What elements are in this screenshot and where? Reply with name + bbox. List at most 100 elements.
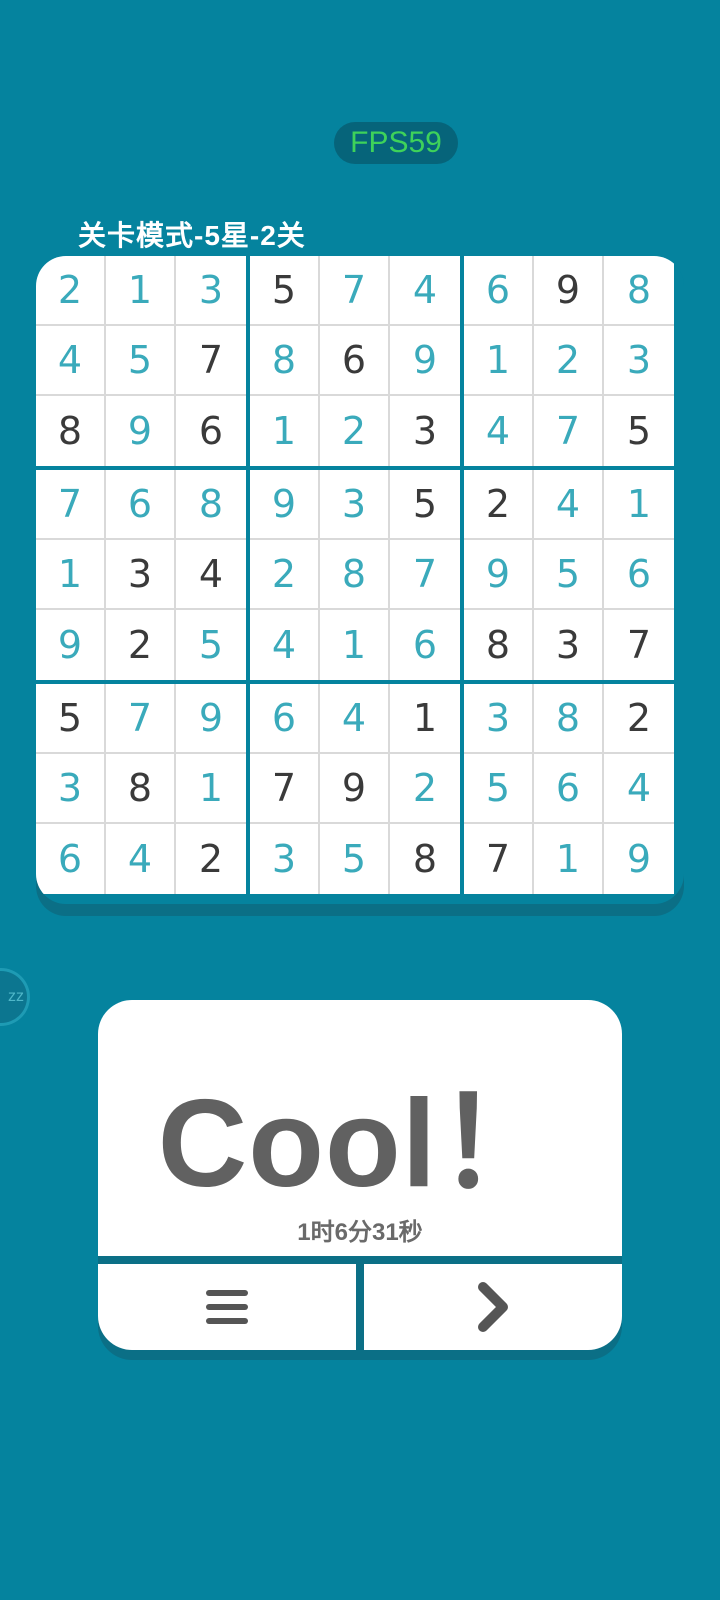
sudoku-cell[interactable]: 4	[106, 824, 176, 894]
sudoku-cell[interactable]: 2	[320, 396, 390, 466]
sudoku-cell[interactable]: 7	[534, 396, 604, 466]
menu-icon	[206, 1290, 248, 1324]
sudoku-board: 2134578965748691236981234757681349259352…	[36, 256, 684, 904]
sudoku-cell[interactable]: 8	[36, 396, 106, 466]
sudoku-cell[interactable]: 2	[250, 540, 320, 610]
sudoku-cell[interactable]: 7	[464, 824, 534, 894]
fps-counter: FPS59	[334, 122, 458, 164]
sudoku-cell[interactable]: 6	[106, 470, 176, 540]
sudoku-cell[interactable]: 4	[320, 684, 390, 754]
sudoku-cell[interactable]: 5	[604, 396, 674, 466]
sudoku-cell[interactable]: 5	[106, 326, 176, 396]
sudoku-cell[interactable]: 2	[106, 610, 176, 680]
sudoku-cell[interactable]: 1	[320, 610, 390, 680]
sudoku-cell[interactable]: 6	[464, 256, 534, 326]
sudoku-cell[interactable]: 3	[534, 610, 604, 680]
sudoku-cell[interactable]: 8	[604, 256, 674, 326]
sudoku-cell[interactable]: 2	[176, 824, 246, 894]
sudoku-cell[interactable]: 9	[534, 256, 604, 326]
sudoku-cell[interactable]: 8	[464, 610, 534, 680]
sudoku-cell[interactable]: 9	[250, 470, 320, 540]
sudoku-cell[interactable]: 7	[176, 326, 246, 396]
sudoku-cell[interactable]: 3	[36, 754, 106, 824]
result-card: Cool！ 1时6分31秒	[98, 1000, 622, 1256]
sudoku-cell[interactable]: 4	[250, 610, 320, 680]
sudoku-cell[interactable]: 6	[36, 824, 106, 894]
sudoku-cell[interactable]: 6	[604, 540, 674, 610]
sudoku-cell[interactable]: 3	[106, 540, 176, 610]
sudoku-cell[interactable]: 1	[534, 824, 604, 894]
sudoku-box: 579381642	[36, 684, 246, 894]
menu-button[interactable]	[98, 1264, 356, 1350]
result-title: Cool！	[157, 1075, 563, 1213]
sudoku-cell[interactable]: 4	[464, 396, 534, 466]
sudoku-cell[interactable]: 6	[320, 326, 390, 396]
sudoku-cell[interactable]: 7	[36, 470, 106, 540]
sudoku-cell[interactable]: 3	[250, 824, 320, 894]
sudoku-cell[interactable]: 6	[176, 396, 246, 466]
sudoku-cell[interactable]: 6	[534, 754, 604, 824]
sudoku-cell[interactable]: 2	[390, 754, 460, 824]
sudoku-cell[interactable]: 9	[36, 610, 106, 680]
sudoku-cell[interactable]: 5	[320, 824, 390, 894]
sudoku-cell[interactable]: 8	[106, 754, 176, 824]
sudoku-cell[interactable]: 1	[106, 256, 176, 326]
sudoku-cell[interactable]: 5	[464, 754, 534, 824]
sudoku-cell[interactable]: 8	[390, 824, 460, 894]
sudoku-cell[interactable]: 6	[390, 610, 460, 680]
sudoku-cell[interactable]: 1	[36, 540, 106, 610]
sudoku-box: 382564719	[464, 684, 674, 894]
sudoku-box: 241956837	[464, 470, 674, 680]
sudoku-box: 698123475	[464, 256, 674, 466]
sudoku-cell[interactable]: 8	[250, 326, 320, 396]
sudoku-cell[interactable]: 9	[464, 540, 534, 610]
sudoku-cell[interactable]: 9	[176, 684, 246, 754]
sudoku-cell[interactable]: 5	[534, 540, 604, 610]
sudoku-cell[interactable]: 1	[604, 470, 674, 540]
sudoku-cell[interactable]: 9	[320, 754, 390, 824]
sudoku-box: 768134925	[36, 470, 246, 680]
sudoku-cell[interactable]: 4	[36, 326, 106, 396]
sudoku-cell[interactable]: 8	[176, 470, 246, 540]
sudoku-cell[interactable]: 3	[176, 256, 246, 326]
sudoku-cell[interactable]: 7	[604, 610, 674, 680]
sudoku-cell[interactable]: 1	[176, 754, 246, 824]
sudoku-cell[interactable]: 5	[36, 684, 106, 754]
next-level-button[interactable]	[364, 1264, 622, 1350]
sudoku-cell[interactable]: 7	[250, 754, 320, 824]
sudoku-cell[interactable]: 2	[36, 256, 106, 326]
side-floating-button[interactable]: zz	[0, 968, 30, 1026]
sudoku-cell[interactable]: 2	[464, 470, 534, 540]
chevron-right-icon	[478, 1282, 508, 1332]
sudoku-cell[interactable]: 9	[106, 396, 176, 466]
sudoku-cell[interactable]: 5	[250, 256, 320, 326]
sudoku-cell[interactable]: 8	[534, 684, 604, 754]
sudoku-cell[interactable]: 4	[390, 256, 460, 326]
sudoku-cell[interactable]: 3	[320, 470, 390, 540]
sudoku-cell[interactable]: 2	[534, 326, 604, 396]
sudoku-cell[interactable]: 5	[176, 610, 246, 680]
sudoku-cell[interactable]: 4	[534, 470, 604, 540]
sudoku-cell[interactable]: 9	[390, 326, 460, 396]
sudoku-box: 574869123	[250, 256, 460, 466]
sudoku-cell[interactable]: 1	[464, 326, 534, 396]
sudoku-cell[interactable]: 6	[250, 684, 320, 754]
sudoku-cell[interactable]: 1	[250, 396, 320, 466]
sudoku-cell[interactable]: 2	[604, 684, 674, 754]
sudoku-cell[interactable]: 3	[464, 684, 534, 754]
sudoku-box: 641792358	[250, 684, 460, 894]
level-title: 关卡模式-5星-2关	[78, 220, 306, 251]
sudoku-cell[interactable]: 8	[320, 540, 390, 610]
sudoku-box: 213457896	[36, 256, 246, 466]
sudoku-cell[interactable]: 4	[604, 754, 674, 824]
sudoku-cell[interactable]: 3	[604, 326, 674, 396]
sudoku-cell[interactable]: 3	[390, 396, 460, 466]
elapsed-time: 1时6分31秒	[297, 1219, 423, 1246]
sudoku-cell[interactable]: 1	[390, 684, 460, 754]
sudoku-cell[interactable]: 7	[106, 684, 176, 754]
sudoku-cell[interactable]: 7	[320, 256, 390, 326]
sudoku-cell[interactable]: 5	[390, 470, 460, 540]
sudoku-cell[interactable]: 4	[176, 540, 246, 610]
sudoku-cell[interactable]: 9	[604, 824, 674, 894]
sudoku-cell[interactable]: 7	[390, 540, 460, 610]
